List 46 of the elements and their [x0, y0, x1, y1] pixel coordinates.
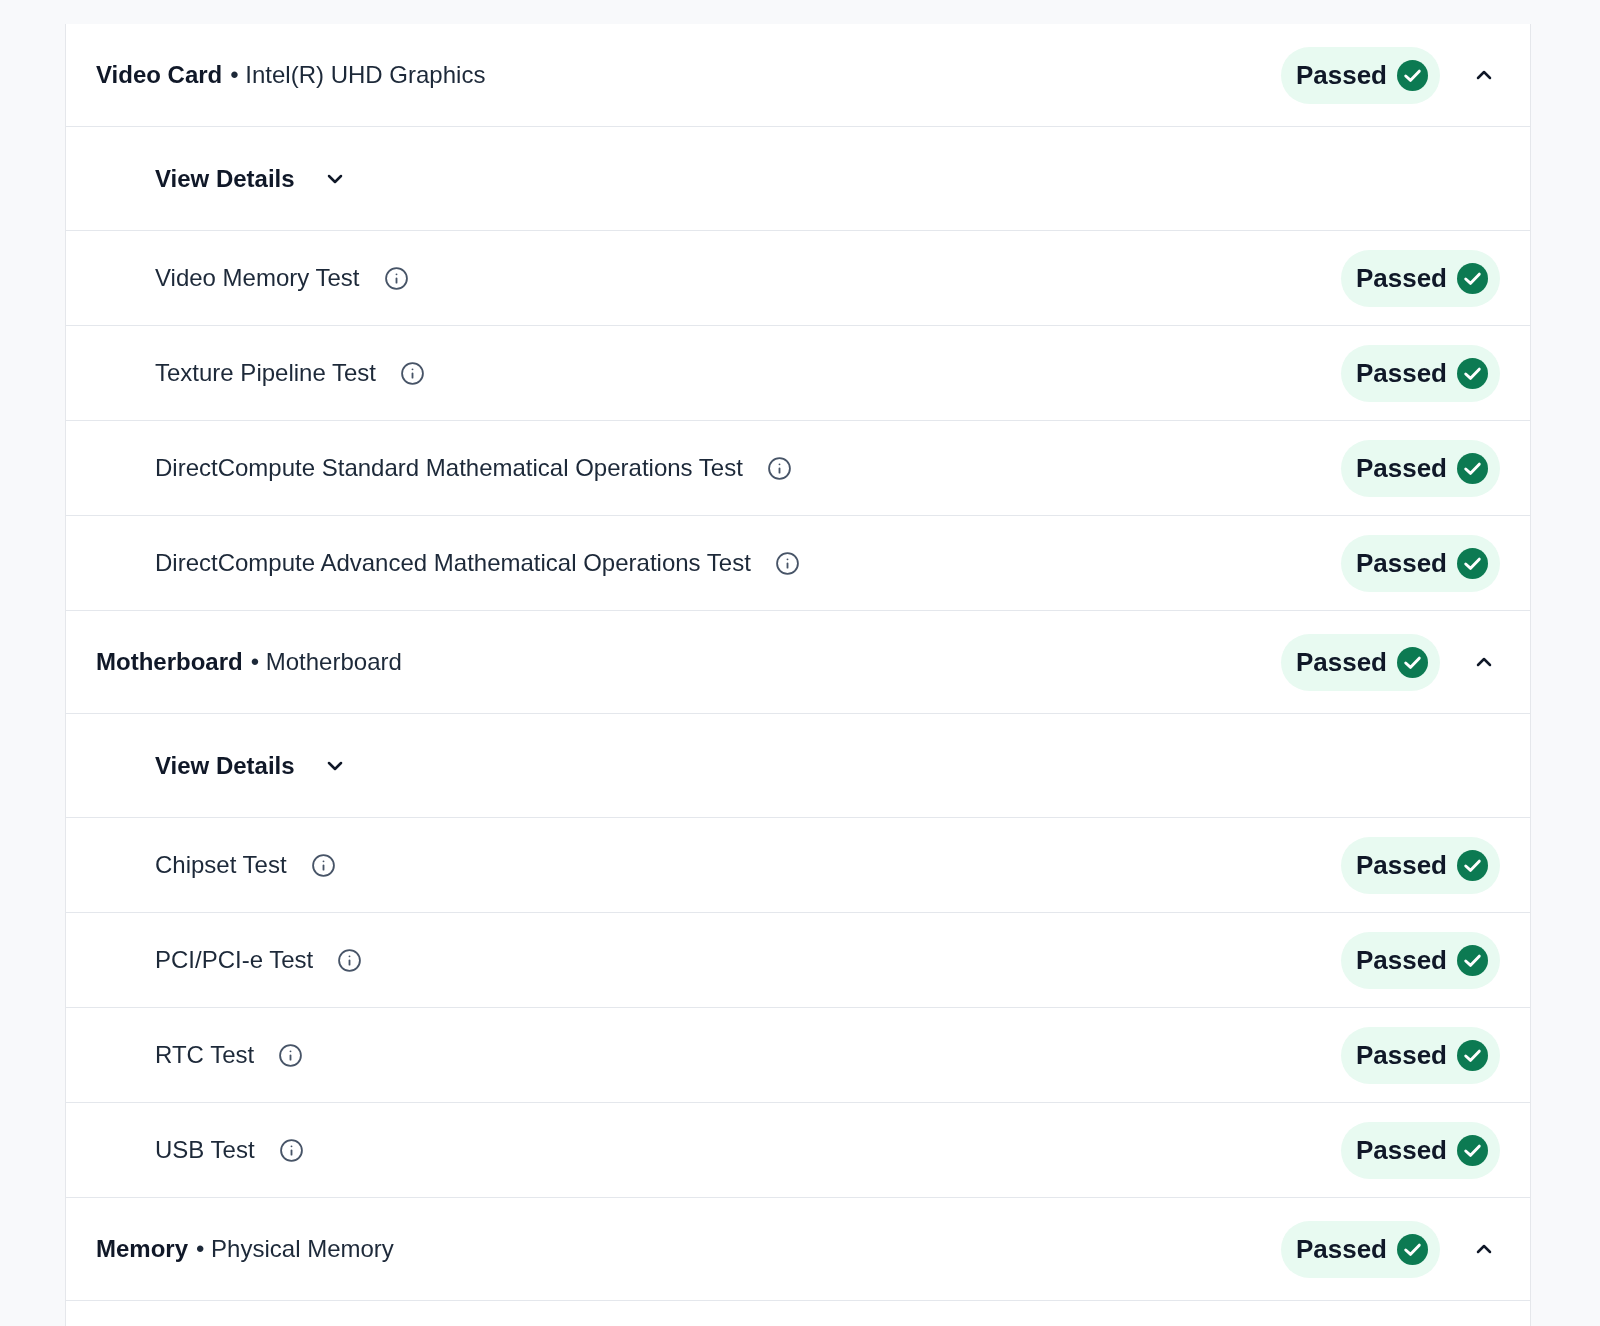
check-icon: [1457, 262, 1488, 294]
view-details-button[interactable]: View Details: [155, 160, 347, 197]
view-details-button[interactable]: View Details: [155, 747, 347, 784]
check-icon: [1457, 1039, 1488, 1071]
info-icon[interactable]: [278, 1137, 304, 1163]
info-icon[interactable]: [278, 1042, 304, 1068]
status-badge: Passed: [1340, 931, 1500, 989]
check-icon: [1397, 1233, 1428, 1265]
check-icon: [1397, 646, 1428, 678]
section-title: Video Card: [96, 60, 223, 90]
check-icon: [1457, 1134, 1488, 1166]
check-icon: [1397, 59, 1428, 91]
status-badge: Passed: [1340, 1121, 1500, 1179]
info-icon[interactable]: [774, 550, 800, 576]
section-subtitle: • Intel(R) UHD Graphics: [230, 60, 486, 90]
test-name: Texture Pipeline Test: [155, 358, 376, 388]
test-name: PCI/PCI-e Test: [155, 945, 314, 975]
check-icon: [1457, 849, 1488, 881]
section-title: Motherboard: [96, 647, 243, 677]
check-icon: [1457, 944, 1488, 976]
check-icon: [1457, 357, 1488, 389]
test-name: Chipset Test: [155, 850, 287, 880]
section-subtitle: • Physical Memory: [196, 1234, 394, 1264]
status-badge: Passed: [1280, 46, 1440, 104]
status-badge: Passed: [1340, 249, 1500, 307]
info-icon[interactable]: [383, 265, 409, 291]
status-badge: Passed: [1340, 439, 1500, 497]
info-icon[interactable]: [337, 947, 363, 973]
info-icon[interactable]: [310, 852, 336, 878]
test-name: Video Memory Test: [155, 263, 360, 293]
test-name: DirectCompute Standard Mathematical Operations Test: [155, 453, 743, 483]
status-badge: Passed: [1340, 1026, 1500, 1084]
status-badge: Passed: [1340, 344, 1500, 402]
status-badge: Passed: [1340, 534, 1500, 592]
section-subtitle: • Motherboard: [250, 647, 402, 677]
check-icon: [1457, 452, 1488, 484]
status-badge: Passed: [1340, 836, 1500, 894]
test-name: USB Test: [155, 1135, 255, 1165]
check-icon: [1457, 547, 1488, 579]
test-name: RTC Test: [155, 1040, 255, 1070]
section-title: Memory: [96, 1234, 189, 1264]
test-name: DirectCompute Advanced Mathematical Operations Test: [155, 548, 751, 578]
info-icon[interactable]: [400, 360, 425, 386]
info-icon[interactable]: [766, 455, 792, 481]
status-badge: Passed: [1280, 633, 1440, 691]
status-badge: Passed: [1280, 1220, 1440, 1278]
